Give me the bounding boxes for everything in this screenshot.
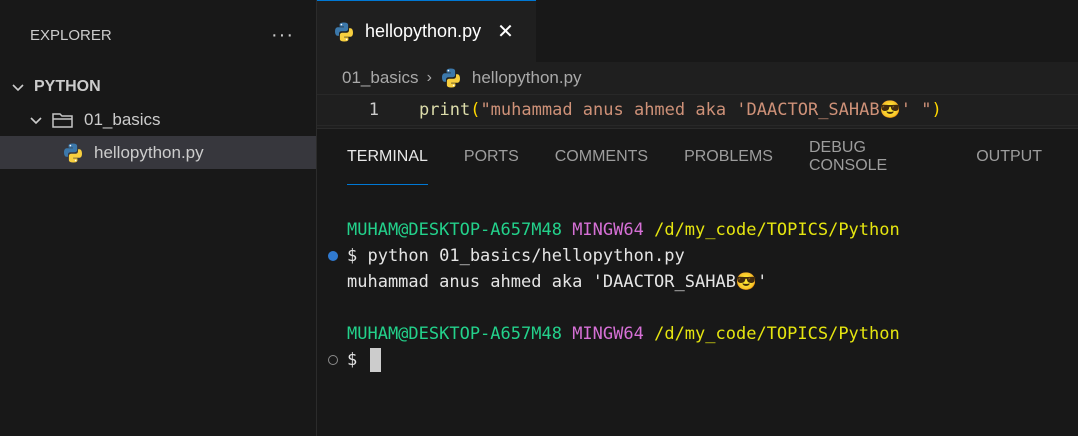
bottom-panel: TERMINAL PORTS COMMENTS PROBLEMS DEBUG C… <box>317 128 1078 436</box>
panel-tabs: TERMINAL PORTS COMMENTS PROBLEMS DEBUG C… <box>317 129 1078 185</box>
ellipsis-icon[interactable]: ··· <box>271 24 294 47</box>
chevron-down-icon <box>8 79 28 95</box>
close-icon[interactable]: ✕ <box>497 19 514 44</box>
code-function: print <box>419 100 471 120</box>
tree-folder-01-basics[interactable]: 01_basics <box>0 103 316 136</box>
prompt-user: MUHAM@DESKTOP-A657M48 <box>347 324 562 344</box>
terminal-prompt-line: MUHAM@DESKTOP-A657M48 MINGW64 /d/my_code… <box>347 217 1078 243</box>
explorer-header: EXPLORER ··· <box>0 0 316 70</box>
prompt-user: MUHAM@DESKTOP-A657M48 <box>347 220 562 240</box>
terminal-input-prompt: $ <box>347 350 358 370</box>
breadcrumb-file[interactable]: hellopython.py <box>472 68 582 88</box>
tree-root-python[interactable]: PYTHON <box>0 70 316 103</box>
editor-tabbar: hellopython.py ✕ <box>317 0 1078 62</box>
tab-hellopython[interactable]: hellopython.py ✕ <box>317 0 536 62</box>
prompt-env: MINGW64 <box>572 324 644 344</box>
explorer-title: EXPLORER <box>30 26 112 44</box>
tab-comments[interactable]: COMMENTS <box>555 129 648 185</box>
prompt-path: /d/my_code/TOPICS/Python <box>654 220 900 240</box>
line-number: 1 <box>368 100 379 120</box>
code-open-paren: ( <box>470 100 481 120</box>
terminal-output-line: muhammad anus ahmed aka 'DAACTOR_SAHAB😎' <box>347 269 1078 295</box>
command-status-dot[interactable] <box>328 251 338 261</box>
tree-file-label: hellopython.py <box>94 142 204 162</box>
code-close-paren: ) <box>931 100 942 120</box>
command-status-dot[interactable] <box>328 355 338 365</box>
explorer-sidebar: EXPLORER ··· PYTHON 01_basics hellopytho… <box>0 0 317 436</box>
terminal-command-line: $ python 01_basics/hellopython.py <box>328 243 1078 269</box>
terminal-input-line: $ <box>328 347 1078 373</box>
terminal-prompt-line: MUHAM@DESKTOP-A657M48 MINGW64 /d/my_code… <box>347 321 1078 347</box>
tree-folder-label: 01_basics <box>84 109 161 129</box>
terminal-command: $ python 01_basics/hellopython.py <box>347 246 685 266</box>
breadcrumb: 01_basics › hellopython.py <box>317 62 1078 94</box>
editor-area: hellopython.py ✕ 01_basics › hellopython… <box>317 0 1078 128</box>
code-string: "muhammad anus ahmed aka 'DAACTOR_SAHAB😎… <box>480 100 932 120</box>
code-line-1[interactable]: 1 print("muhammad anus ahmed aka 'DAACTO… <box>317 94 1078 126</box>
tab-output[interactable]: OUTPUT <box>976 129 1042 185</box>
tab-label: hellopython.py <box>365 21 482 41</box>
prompt-env: MINGW64 <box>572 220 644 240</box>
folder-open-icon <box>52 111 74 129</box>
tree-root-label: PYTHON <box>34 77 101 95</box>
tab-problems[interactable]: PROBLEMS <box>684 129 773 185</box>
tree-file-hellopython[interactable]: hellopython.py <box>0 136 316 169</box>
breadcrumb-folder[interactable]: 01_basics <box>342 68 419 88</box>
terminal-cursor <box>369 348 381 372</box>
python-file-icon <box>440 67 462 89</box>
prompt-path: /d/my_code/TOPICS/Python <box>654 324 900 344</box>
chevron-down-icon <box>26 112 46 128</box>
chevron-right-icon: › <box>426 69 432 86</box>
terminal-output: muhammad anus ahmed aka 'DAACTOR_SAHAB😎' <box>347 272 768 292</box>
python-file-icon <box>62 142 84 164</box>
tab-terminal[interactable]: TERMINAL <box>347 129 428 185</box>
terminal[interactable]: MUHAM@DESKTOP-A657M48 MINGW64 /d/my_code… <box>317 185 1078 373</box>
tab-debug-console[interactable]: DEBUG CONSOLE <box>809 129 940 185</box>
tab-ports[interactable]: PORTS <box>464 129 519 185</box>
python-file-icon <box>333 21 355 43</box>
